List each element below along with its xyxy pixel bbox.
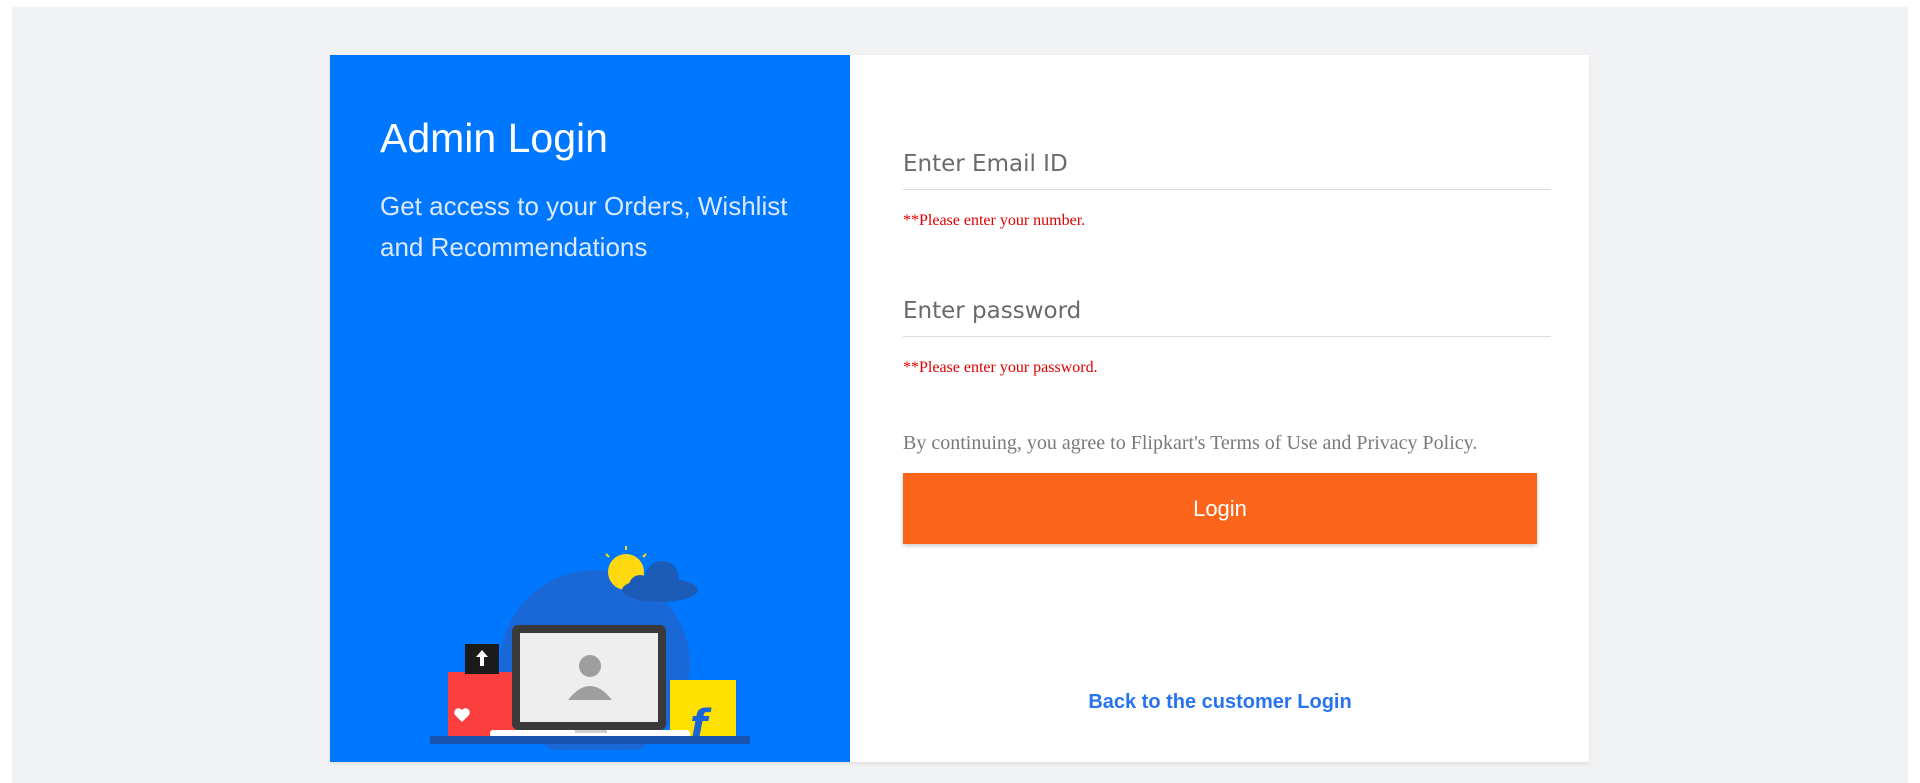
upload-icon bbox=[465, 644, 499, 674]
page-title: Admin Login bbox=[380, 115, 608, 161]
login-illustration: f bbox=[430, 546, 750, 750]
laptop-icon bbox=[490, 625, 690, 738]
back-to-customer-login-link[interactable]: Back to the customer Login bbox=[903, 691, 1537, 714]
login-card: Admin Login Get access to your Orders, W… bbox=[330, 55, 1589, 762]
page-subtitle: Get access to your Orders, Wishlist and … bbox=[380, 191, 788, 262]
password-field-group: **Please enter your password. bbox=[903, 290, 1551, 377]
terms-text: By continuing, you agree to Flipkart's T… bbox=[903, 432, 1478, 454]
password-error: **Please enter your password. bbox=[903, 359, 1098, 376]
right-panel: **Please enter your number. **Please ent… bbox=[850, 55, 1589, 762]
heart-icon bbox=[448, 672, 516, 736]
password-input[interactable] bbox=[903, 290, 1551, 337]
login-button[interactable]: Login bbox=[903, 473, 1537, 544]
email-error: **Please enter your number. bbox=[903, 212, 1086, 229]
left-panel: Admin Login Get access to your Orders, W… bbox=[330, 55, 850, 762]
ground-line bbox=[430, 736, 750, 744]
email-field-group: **Please enter your number. bbox=[903, 143, 1551, 230]
email-input[interactable] bbox=[903, 143, 1551, 190]
